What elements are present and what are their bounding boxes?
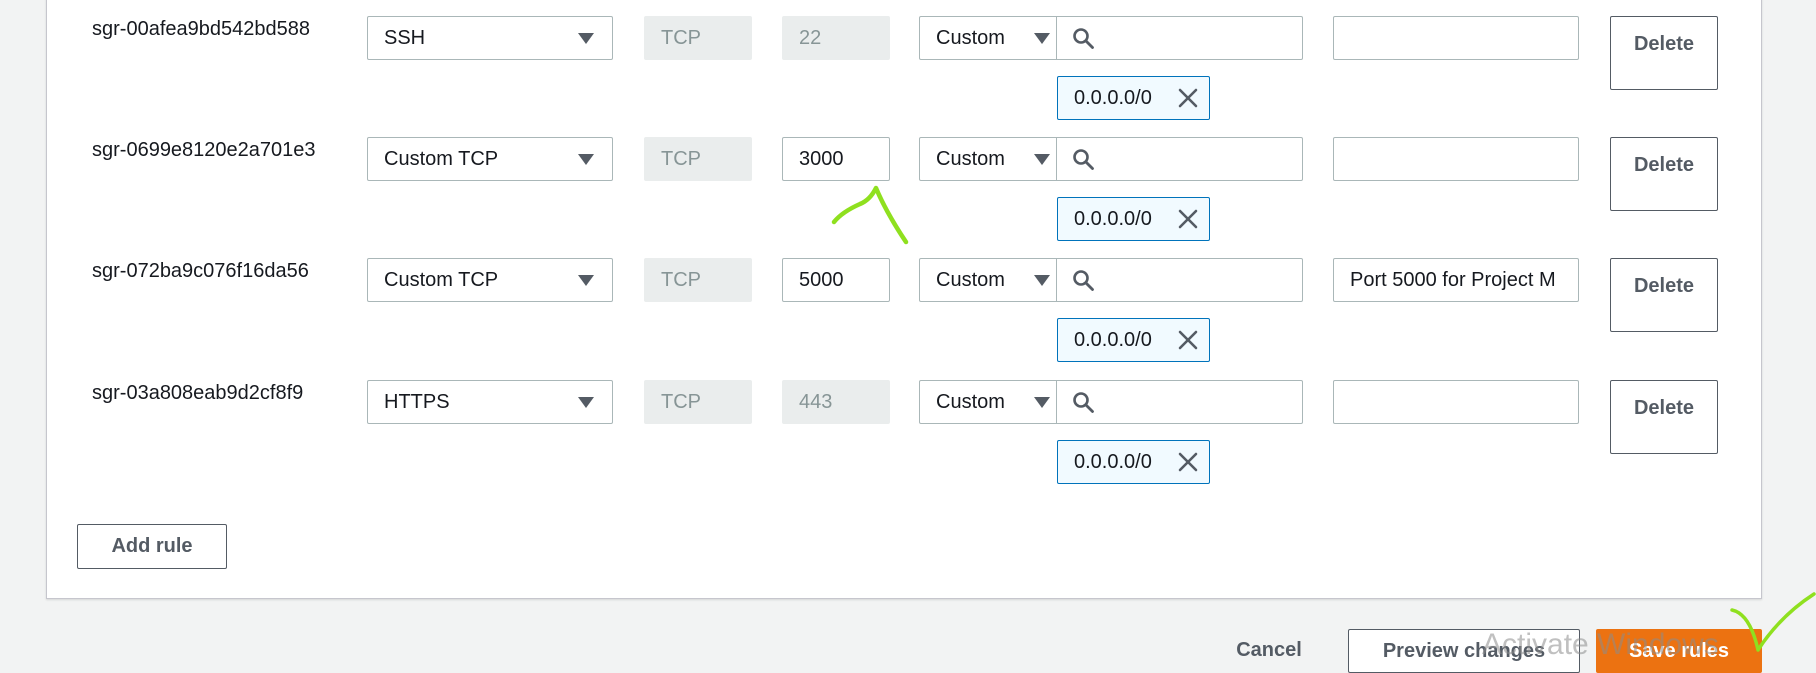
security-group-rule-id: sgr-00afea9bd542bd588 (92, 18, 310, 40)
search-icon (1073, 270, 1094, 291)
rule-row: sgr-03a808eab9d2cf8f9 HTTPS TCP 443 Cust… (46, 364, 1762, 484)
delete-rule-button[interactable]: Delete (1610, 258, 1718, 332)
source-type-select[interactable]: Custom (919, 380, 1057, 424)
source-type-select[interactable]: Custom (919, 16, 1057, 60)
source-type-value: Custom (936, 148, 1005, 170)
rule-type-select[interactable]: SSH (367, 16, 613, 60)
cidr-value: 0.0.0.0/0 (1074, 451, 1152, 473)
close-icon[interactable] (1177, 87, 1199, 109)
close-icon[interactable] (1177, 329, 1199, 351)
security-group-rule-id: sgr-0699e8120e2a701e3 (92, 139, 316, 161)
source-type-select[interactable]: Custom (919, 258, 1057, 302)
protocol-field: TCP (644, 137, 752, 181)
close-icon[interactable] (1177, 208, 1199, 230)
description-input[interactable]: Port 5000 for Project M (1333, 258, 1579, 302)
source-cidr-token: 0.0.0.0/0 (1057, 197, 1210, 241)
cancel-button[interactable]: Cancel (1216, 629, 1322, 673)
source-type-value: Custom (936, 391, 1005, 413)
protocol-field: TCP (644, 16, 752, 60)
cidr-value: 0.0.0.0/0 (1074, 208, 1152, 230)
source-type-value: Custom (936, 269, 1005, 291)
source-cidr-token: 0.0.0.0/0 (1057, 76, 1210, 120)
inbound-rules-table: sgr-00afea9bd542bd588 SSH TCP 22 Custom … (46, 0, 1762, 500)
delete-rule-button[interactable]: Delete (1610, 380, 1718, 454)
description-input[interactable] (1333, 16, 1579, 60)
caret-down-icon (578, 275, 594, 286)
rule-type-value: Custom TCP (384, 148, 499, 170)
preview-changes-button[interactable]: Preview changes (1348, 629, 1580, 673)
source-type-value: Custom (936, 27, 1005, 49)
caret-down-icon (578, 397, 594, 408)
security-group-rule-id: sgr-03a808eab9d2cf8f9 (92, 382, 304, 404)
port-range-input[interactable]: 3000 (782, 137, 890, 181)
rule-row: sgr-00afea9bd542bd588 SSH TCP 22 Custom … (46, 0, 1762, 120)
search-icon (1073, 28, 1094, 49)
security-group-rule-id: sgr-072ba9c076f16da56 (92, 260, 309, 282)
rule-type-value: SSH (384, 27, 426, 49)
delete-rule-button[interactable]: Delete (1610, 137, 1718, 211)
source-search-input[interactable] (1057, 137, 1303, 181)
source-type-select[interactable]: Custom (919, 137, 1057, 181)
rule-type-select[interactable]: Custom TCP (367, 137, 613, 181)
cidr-value: 0.0.0.0/0 (1074, 329, 1152, 351)
cidr-value: 0.0.0.0/0 (1074, 87, 1152, 109)
source-search-input[interactable] (1057, 380, 1303, 424)
caret-down-icon (1034, 33, 1050, 44)
description-input[interactable] (1333, 137, 1579, 181)
port-range-input[interactable]: 5000 (782, 258, 890, 302)
source-search-input[interactable] (1057, 16, 1303, 60)
caret-down-icon (1034, 154, 1050, 165)
save-rules-button[interactable]: Save rules (1596, 629, 1762, 673)
rule-type-select[interactable]: Custom TCP (367, 258, 613, 302)
search-icon (1073, 149, 1094, 170)
close-icon[interactable] (1177, 451, 1199, 473)
caret-down-icon (1034, 275, 1050, 286)
rule-type-select[interactable]: HTTPS (367, 380, 613, 424)
delete-rule-button[interactable]: Delete (1610, 16, 1718, 90)
source-cidr-token: 0.0.0.0/0 (1057, 440, 1210, 484)
source-search-input[interactable] (1057, 258, 1303, 302)
port-range-field: 443 (782, 380, 890, 424)
rule-type-value: HTTPS (384, 391, 450, 413)
source-cidr-token: 0.0.0.0/0 (1057, 318, 1210, 362)
search-icon (1073, 392, 1094, 413)
add-rule-button[interactable]: Add rule (77, 524, 227, 569)
caret-down-icon (578, 33, 594, 44)
caret-down-icon (578, 154, 594, 165)
port-range-field: 22 (782, 16, 890, 60)
rule-row: sgr-0699e8120e2a701e3 Custom TCP TCP 300… (46, 121, 1762, 241)
description-input[interactable] (1333, 380, 1579, 424)
rule-type-value: Custom TCP (384, 269, 499, 291)
protocol-field: TCP (644, 380, 752, 424)
protocol-field: TCP (644, 258, 752, 302)
caret-down-icon (1034, 397, 1050, 408)
rule-row: sgr-072ba9c076f16da56 Custom TCP TCP 500… (46, 242, 1762, 362)
